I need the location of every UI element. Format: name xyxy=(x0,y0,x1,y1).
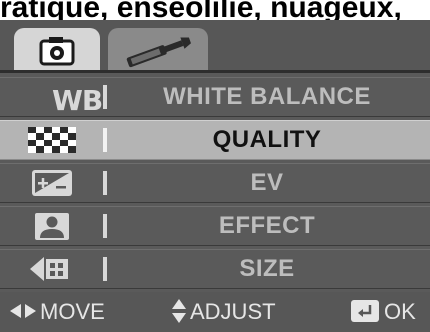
white-balance-icon-text: WB xyxy=(52,84,103,117)
menu-tabs xyxy=(0,20,430,70)
item-divider xyxy=(103,214,107,238)
quality-icon xyxy=(24,125,80,155)
menu-item-label: EV xyxy=(250,169,284,196)
hint-bar: MOVE ADJUST OK xyxy=(0,292,430,332)
item-divider xyxy=(103,171,107,195)
item-divider xyxy=(103,128,107,152)
menu-item-size[interactable]: SIZE xyxy=(0,249,430,289)
effect-icon xyxy=(24,211,80,241)
tab-camera[interactable] xyxy=(14,28,100,70)
camera-menu-screen: WB WHITE BALANCE QUALITY EV EFFECT SIZE … xyxy=(0,20,430,332)
menu-item-white-balance[interactable]: WB WHITE BALANCE xyxy=(0,77,430,117)
menu-item-label: SIZE xyxy=(239,255,295,282)
menu-item-label: EFFECT xyxy=(218,212,316,239)
left-right-arrows-icon xyxy=(10,304,36,319)
tools-icon xyxy=(126,37,191,68)
up-down-arrows-icon xyxy=(172,299,186,324)
ok-hint: OK xyxy=(350,292,416,332)
size-icon xyxy=(24,254,80,284)
menu-item-quality[interactable]: QUALITY xyxy=(0,120,430,160)
menu-item-ev[interactable]: EV xyxy=(0,163,430,203)
item-divider xyxy=(103,257,107,281)
ev-icon xyxy=(24,168,80,198)
menu-item-label: WHITE BALANCE xyxy=(163,83,371,110)
menu-item-effect[interactable]: EFFECT xyxy=(0,206,430,246)
item-divider xyxy=(103,85,107,109)
ok-hint-label: OK xyxy=(384,299,416,324)
enter-key-icon xyxy=(351,300,379,323)
tab-tools[interactable] xyxy=(108,28,208,70)
white-balance-icon: WB xyxy=(24,82,103,117)
move-hint-label: MOVE xyxy=(40,299,105,324)
camera-icon xyxy=(39,37,75,66)
adjust-hint: ADJUST xyxy=(172,292,276,332)
tab-separator xyxy=(0,70,430,73)
menu-item-label: QUALITY xyxy=(212,126,322,153)
move-hint: MOVE xyxy=(10,292,105,332)
adjust-hint-label: ADJUST xyxy=(190,299,276,324)
settings-menu: WB WHITE BALANCE QUALITY EV EFFECT SIZE xyxy=(0,77,430,292)
